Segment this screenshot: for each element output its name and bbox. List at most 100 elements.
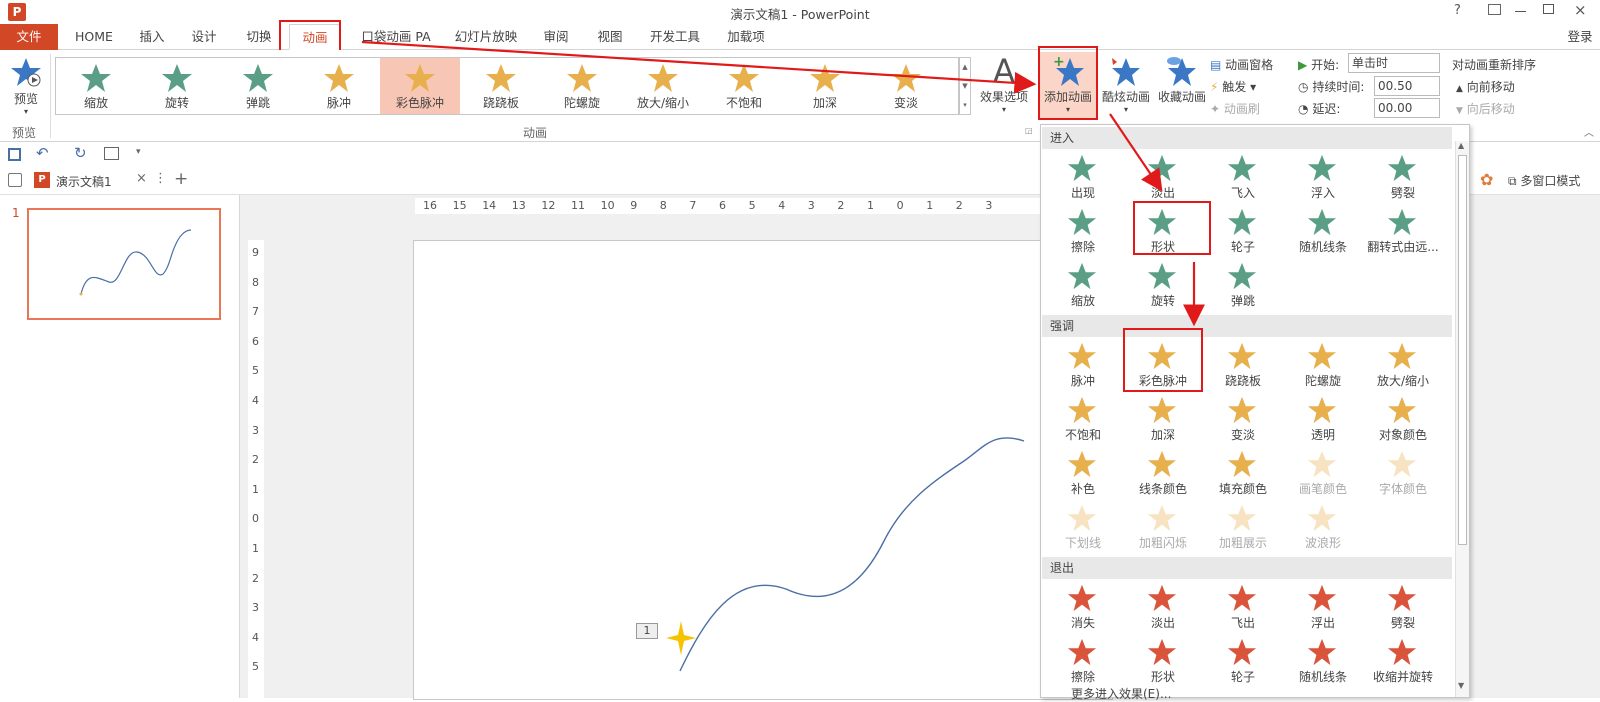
file-open-icon[interactable] [8,173,22,187]
emphasis-option-19[interactable]: 波浪形 [1283,501,1363,555]
collapse-ribbon-icon[interactable]: ︿ [1584,124,1594,139]
enter-option-10[interactable]: 翻转式由远... [1363,205,1443,259]
emphasis-option-16[interactable]: 下划线 [1043,501,1123,555]
emphasis-option-11[interactable]: 补色 [1043,447,1123,501]
gallery-item-4[interactable]: 脉冲 [299,58,379,114]
exit-option-10[interactable]: 收缩并旋转 [1363,635,1443,689]
login-link[interactable]: 登录 [1560,24,1600,50]
gallery-item-7[interactable]: 陀螺旋 [542,58,622,114]
move-later-button[interactable]: ▼ 向后移动 [1456,100,1515,117]
more-icon[interactable]: ⋮ [154,171,167,186]
scroll-down-icon[interactable]: ▼ [1458,681,1464,690]
exit-option-2[interactable]: 淡出 [1123,581,1203,635]
emphasis-option-3[interactable]: 跷跷板 [1203,339,1283,393]
exit-option-1[interactable]: 消失 [1043,581,1123,635]
app-icon[interactable]: P [8,3,26,21]
gear-icon[interactable]: ✿ [1480,170,1493,189]
scroll-up-icon[interactable]: ▲ [1458,141,1464,150]
customize-qat-icon[interactable]: ▾ [136,147,141,157]
trigger-button[interactable]: ⚡ 触发 ▾ [1210,78,1256,95]
move-earlier-button[interactable]: ▲ 向前移动 [1456,78,1515,95]
preview-button[interactable]: 预览 ▾ [6,56,46,118]
emphasis-option-4[interactable]: 陀螺旋 [1283,339,1363,393]
close-tab-icon[interactable]: × [136,171,147,186]
tab-design[interactable]: 设计 [182,24,226,50]
enter-option-4[interactable]: 浮入 [1283,151,1363,205]
emphasis-option-8[interactable]: 变淡 [1203,393,1283,447]
duration-input[interactable]: 00.50 [1374,76,1440,96]
motion-path-curve[interactable] [414,241,1114,701]
exit-option-9[interactable]: 随机线条 [1283,635,1363,689]
fav-animation-button[interactable]: 收藏动画 [1156,52,1208,105]
gallery-item-6[interactable]: 跷跷板 [461,58,541,114]
tab-developer[interactable]: 开发工具 [644,24,706,50]
emphasis-option-15[interactable]: 字体颜色 [1363,447,1443,501]
enter-option-3[interactable]: 飞入 [1203,151,1283,205]
slideshow-icon[interactable] [104,147,119,160]
redo-icon[interactable]: ↻ [74,144,87,162]
enter-option-5[interactable]: 劈裂 [1363,151,1443,205]
save-icon[interactable] [8,148,21,161]
restore-ribbon-icon[interactable] [1488,4,1501,15]
exit-option-4[interactable]: 浮出 [1283,581,1363,635]
gallery-item-2[interactable]: 旋转 [137,58,217,114]
emphasis-option-6[interactable]: 不饱和 [1043,393,1123,447]
emphasis-option-9[interactable]: 透明 [1283,393,1363,447]
dropdown-scrollbar[interactable]: ▲ ▼ [1455,141,1469,697]
enter-option-11[interactable]: 缩放 [1043,259,1123,313]
tab-review[interactable]: 审阅 [536,24,576,50]
dialog-launcher-icon[interactable]: ◲ [1025,126,1033,135]
enter-option-6[interactable]: 擦除 [1043,205,1123,259]
gallery-item-8[interactable]: 放大/缩小 [623,58,703,114]
emphasis-option-5[interactable]: 放大/缩小 [1363,339,1443,393]
multiwindow-button[interactable]: ⧉ 多窗口模式 [1508,172,1580,189]
emphasis-option-1[interactable]: 脉冲 [1043,339,1123,393]
gallery-item-10[interactable]: 加深 [785,58,865,114]
tab-file[interactable]: 文件 [0,24,58,50]
anim-order-tag[interactable]: 1 [636,623,658,639]
emphasis-option-13[interactable]: 填充颜色 [1203,447,1283,501]
exit-option-5[interactable]: 劈裂 [1363,581,1443,635]
enter-option-2[interactable]: 淡出 [1123,151,1203,205]
anim-pane-button[interactable]: ▤ 动画窗格 [1210,56,1273,73]
exit-option-3[interactable]: 飞出 [1203,581,1283,635]
tab-slideshow[interactable]: 幻灯片放映 [450,24,522,50]
tab-transitions[interactable]: 切换 [237,24,281,50]
gallery-item-5[interactable]: 彩色脉冲 [380,58,460,114]
slide-canvas[interactable]: 1 [413,240,1113,700]
new-tab-icon[interactable]: + [174,169,188,189]
exit-option-7[interactable]: 形状 [1123,635,1203,689]
doc-tab[interactable]: P 演示文稿1 × ⋮ [32,169,167,193]
gallery-item-9[interactable]: 不饱和 [704,58,784,114]
gallery-scroll[interactable]: ▲ ▼ ▾ [959,57,971,115]
emphasis-option-10[interactable]: 对象颜色 [1363,393,1443,447]
tab-view[interactable]: 视图 [590,24,630,50]
enter-option-13[interactable]: 弹跳 [1203,259,1283,313]
tab-pocket-animation[interactable]: 口袋动画 PA [356,24,436,50]
emphasis-option-14[interactable]: 画笔颜色 [1283,447,1363,501]
exit-option-6[interactable]: 擦除 [1043,635,1123,689]
gallery-item-11[interactable]: 变淡 [866,58,946,114]
help-icon[interactable]: ? [1454,3,1461,18]
anim-brush-button[interactable]: ✦ 动画刷 [1210,100,1260,117]
gallery-item-1[interactable]: 缩放 [56,58,136,114]
tab-insert[interactable]: 插入 [130,24,174,50]
emphasis-option-7[interactable]: 加深 [1123,393,1203,447]
maximize-icon[interactable] [1543,4,1554,14]
emphasis-option-12[interactable]: 线条颜色 [1123,447,1203,501]
delay-input[interactable]: 00.00 [1374,98,1440,118]
exit-option-8[interactable]: 轮子 [1203,635,1283,689]
emphasis-option-18[interactable]: 加粗展示 [1203,501,1283,555]
emphasis-option-17[interactable]: 加粗闪烁 [1123,501,1203,555]
effect-options-button[interactable]: A 效果选项 ▾ [978,54,1030,114]
enter-option-9[interactable]: 随机线条 [1283,205,1363,259]
minimize-icon[interactable] [1515,11,1526,12]
gallery-item-3[interactable]: 弹跳 [218,58,298,114]
tab-home[interactable]: HOME [68,24,120,50]
undo-icon[interactable]: ↶ [36,144,49,162]
enter-option-1[interactable]: 出现 [1043,151,1123,205]
enter-option-12[interactable]: 旋转 [1123,259,1203,313]
start-select[interactable]: 单击时 [1348,53,1440,73]
slide-thumbnail[interactable] [27,208,221,320]
close-icon[interactable]: × [1574,1,1587,19]
